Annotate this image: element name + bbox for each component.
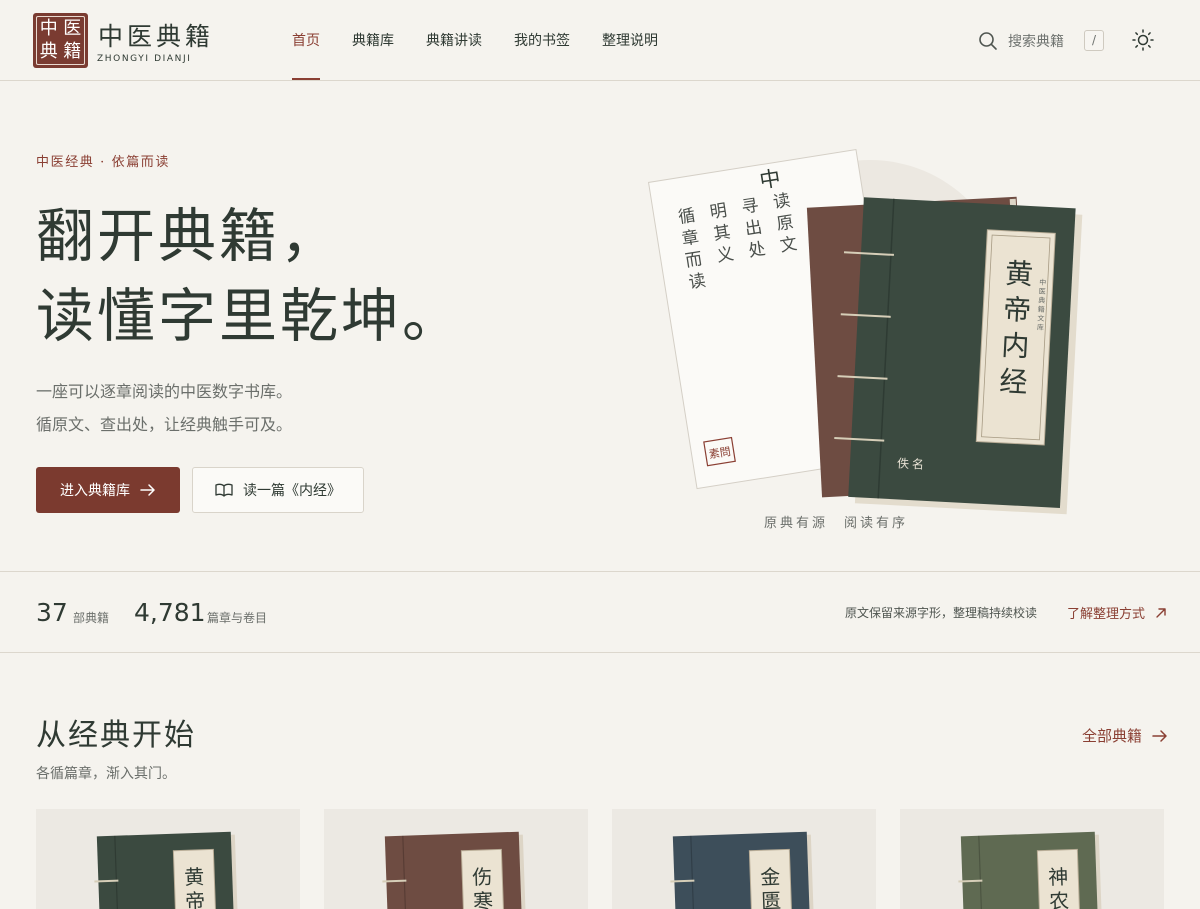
- enter-library-button[interactable]: 进入典籍库: [36, 467, 180, 513]
- book-card[interactable]: 金匮: [612, 809, 876, 909]
- card-title-char: 匮: [761, 889, 782, 909]
- hero-desc-line: 循原文、查出处，让经典触手可及。: [36, 415, 293, 434]
- nav-item-library[interactable]: 典籍库: [352, 0, 394, 80]
- enter-library-label: 进入典籍库: [60, 483, 130, 499]
- hero-eyebrow: 中医经典 · 依篇而读: [36, 155, 170, 170]
- page-peek-char: 中: [758, 166, 782, 193]
- learn-method-label: 了解整理方式: [1067, 607, 1146, 622]
- arrow-up-right-icon: [1156, 607, 1166, 618]
- read-neijing-button[interactable]: 读一篇《内经》: [192, 467, 364, 513]
- book-card[interactable]: 神农: [900, 809, 1164, 909]
- section-subtitle: 各循篇章，渐入其门。: [36, 766, 176, 782]
- search-placeholder: 搜索典籍: [1008, 34, 1064, 50]
- seal-char: 典: [39, 41, 58, 63]
- arrow-right-icon: [1152, 729, 1167, 742]
- card-title-char: 神: [1048, 865, 1069, 890]
- stats-note: 原文保留来源字形，整理稿持续校读: [845, 606, 1038, 620]
- theme-toggle-button[interactable]: [1131, 28, 1155, 52]
- all-books-link[interactable]: 全部典籍: [1082, 725, 1168, 746]
- seal-char: 医: [63, 17, 82, 39]
- books-count: 37: [36, 598, 68, 627]
- book-cover-illustration: 金匮: [670, 831, 815, 909]
- hero-title-line: 读懂字里乾坤。: [36, 282, 464, 350]
- search-icon: [979, 32, 997, 50]
- card-title-char: 黄: [184, 865, 205, 890]
- hero-title: 翻开典籍， 读懂字里乾坤。: [36, 196, 463, 356]
- seal-char: 籍: [63, 41, 82, 63]
- hero-description: 一座可以逐章阅读的中医数字书库。 循原文、查出处，让经典触手可及。: [36, 375, 292, 441]
- front-book: 黄帝内经 中医典籍文库 佚名: [834, 197, 1083, 515]
- read-neijing-label: 读一篇《内经》: [243, 483, 341, 499]
- brand-name[interactable]: 中医典籍: [98, 17, 214, 53]
- open-book-icon: [215, 483, 233, 497]
- nav-item-notes[interactable]: 整理说明: [602, 0, 658, 80]
- stats-bar: 37 部典籍 4,781 篇章与卷目 原文保留来源字形，整理稿持续校读 了解整理…: [0, 571, 1200, 653]
- hero-caption: 原典有源 阅读有序: [764, 516, 909, 531]
- book-card[interactable]: 黄帝: [36, 809, 300, 909]
- book-card[interactable]: 伤寒: [324, 809, 588, 909]
- brand-subtitle: ZHONGYI DIANJI: [97, 54, 192, 64]
- card-title-char: 农: [1049, 889, 1070, 909]
- nav-item-bookmarks[interactable]: 我的书签: [514, 0, 570, 80]
- card-title-char: 金: [760, 865, 781, 890]
- book-cover-illustration: 伤寒: [382, 831, 527, 909]
- book-cover-illustration: 黄帝: [94, 831, 239, 909]
- book-author: 佚名: [897, 455, 928, 472]
- card-title-char: 帝: [185, 889, 206, 909]
- main-nav: 首页 典籍库 典籍讲读 我的书签 整理说明: [292, 0, 658, 80]
- logo-seal[interactable]: 中 医 典 籍: [33, 13, 88, 68]
- search-shortcut-key: /: [1084, 30, 1104, 51]
- sun-icon: [1132, 29, 1154, 51]
- seal-char: 中: [39, 17, 58, 39]
- all-books-label: 全部典籍: [1082, 727, 1143, 745]
- card-title-char: 寒: [473, 889, 494, 909]
- card-title-char: 伤: [472, 865, 493, 890]
- section-title: 从经典开始: [36, 718, 196, 753]
- search-trigger[interactable]: 搜索典籍: [978, 30, 1064, 52]
- books-count-label: 部典籍: [73, 611, 110, 625]
- hero-illustration: 中 读原文 寻出处 明其义 循章而读 素問 黄帝内经 中医典籍文库 佚名: [647, 149, 1083, 515]
- nav-item-home[interactable]: 首页: [292, 0, 320, 80]
- site-header: 中 医 典 籍 中医典籍 ZHONGYI DIANJI 首页 典籍库 典籍讲读 …: [0, 0, 1200, 81]
- learn-method-link[interactable]: 了解整理方式: [1067, 603, 1167, 622]
- hero-desc-line: 一座可以逐章阅读的中医数字书库。: [36, 382, 293, 401]
- nav-item-lectures[interactable]: 典籍讲读: [426, 0, 482, 80]
- book-cover-illustration: 神农: [958, 831, 1103, 909]
- hero-title-line: 翻开典籍，: [36, 202, 342, 270]
- chapters-count-label: 篇章与卷目: [207, 611, 268, 625]
- arrow-right-icon: [140, 484, 155, 496]
- chapters-count: 4,781: [134, 598, 206, 627]
